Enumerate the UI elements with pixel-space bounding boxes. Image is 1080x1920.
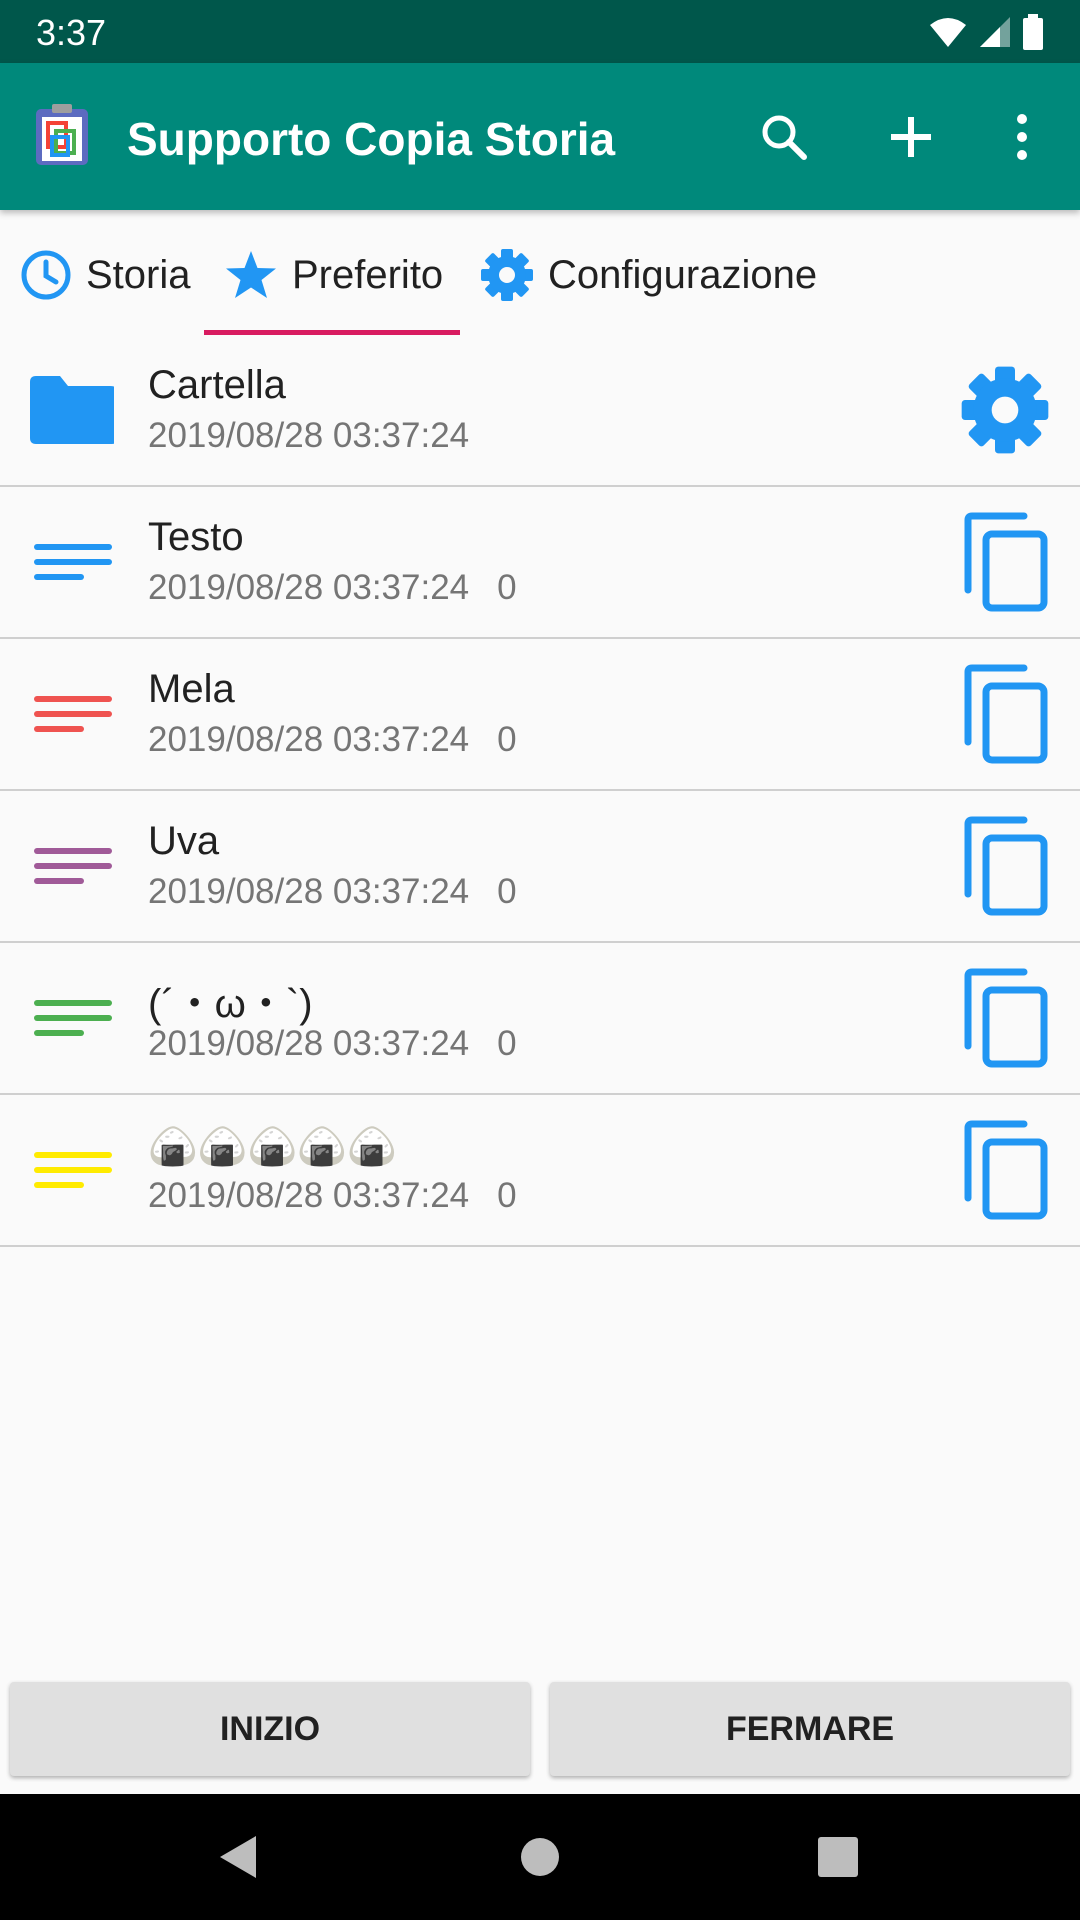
item-date: 2019/08/28 03:37:24 xyxy=(148,416,470,455)
item-date: 2019/08/28 03:37:24 xyxy=(148,1024,470,1063)
system-nav-bar xyxy=(0,1794,1080,1920)
add-icon xyxy=(891,117,931,157)
start-button[interactable]: INIZIO xyxy=(10,1682,530,1776)
battery-icon xyxy=(1023,14,1043,50)
item-date: 2019/08/28 03:37:24 xyxy=(148,720,470,759)
list-item[interactable]: Mela 2019/08/28 03:37:24 0 xyxy=(0,639,1080,791)
copy-icon xyxy=(964,1120,1048,1220)
copy-button[interactable] xyxy=(955,816,1055,916)
item-count: 0 xyxy=(497,720,517,759)
item-meta: 2019/08/28 03:37:24 0 xyxy=(148,1176,517,1216)
cell-signal-icon xyxy=(980,17,1010,47)
list-item[interactable]: Uva 2019/08/28 03:37:24 0 xyxy=(0,791,1080,943)
item-name: 🍙🍙🍙🍙🍙 xyxy=(148,1125,398,1169)
copy-icon xyxy=(964,664,1048,764)
overflow-menu-button[interactable] xyxy=(986,101,1058,173)
recents-icon xyxy=(818,1837,858,1877)
copy-icon xyxy=(964,512,1048,612)
copy-button[interactable] xyxy=(955,968,1055,1068)
wifi-icon xyxy=(930,18,966,47)
item-count: 0 xyxy=(497,568,517,607)
back-icon xyxy=(220,1836,256,1878)
item-name: Uva xyxy=(148,819,220,863)
copy-button[interactable] xyxy=(955,512,1055,612)
tab-storia[interactable]: Storia xyxy=(20,215,191,335)
text-lines-icon xyxy=(34,696,112,732)
status-bar: 3:37 xyxy=(0,0,1080,63)
back-button[interactable] xyxy=(205,1824,271,1890)
copy-button[interactable] xyxy=(955,1120,1055,1220)
folder-icon xyxy=(30,376,114,444)
copy-button[interactable] xyxy=(955,664,1055,764)
tab-preferito[interactable]: Preferito xyxy=(224,215,443,335)
item-count: 0 xyxy=(497,1176,517,1215)
item-meta: 2019/08/28 03:37:24 0 xyxy=(148,1024,517,1064)
more-vert-icon xyxy=(1017,114,1027,160)
item-date: 2019/08/28 03:37:24 xyxy=(148,872,470,911)
app-title: Supporto Copia Storia xyxy=(127,113,616,165)
home-button[interactable] xyxy=(507,1824,573,1890)
tab-bar: Storia Preferito Configurazione xyxy=(0,215,1080,335)
app-bar: Supporto Copia Storia xyxy=(0,63,1080,210)
tab-label: Preferito xyxy=(292,252,444,297)
item-date: 2019/08/28 03:37:24 xyxy=(148,568,470,607)
stop-button[interactable]: FERMARE xyxy=(550,1682,1070,1776)
list-item[interactable]: (´・ω・`) 2019/08/28 03:37:24 0 xyxy=(0,943,1080,1095)
text-lines-icon xyxy=(34,1152,112,1188)
folder-settings-button[interactable] xyxy=(955,360,1055,460)
gear-icon xyxy=(961,366,1049,454)
item-meta: 2019/08/28 03:37:24 0 xyxy=(148,568,517,608)
item-count: 0 xyxy=(497,1024,517,1063)
search-button[interactable] xyxy=(748,101,820,173)
tab-configurazione[interactable]: Configurazione xyxy=(480,215,817,335)
gear-icon xyxy=(481,249,533,301)
text-lines-icon xyxy=(34,1000,112,1036)
clock-icon xyxy=(21,250,71,300)
item-meta: 2019/08/28 03:37:24 0 xyxy=(148,872,517,912)
text-lines-icon xyxy=(34,544,112,580)
star-icon xyxy=(226,251,276,298)
item-date: 2019/08/28 03:37:24 xyxy=(148,1176,470,1215)
copy-icon xyxy=(964,816,1048,916)
tab-label: Storia xyxy=(86,252,191,297)
item-name: (´・ω・`) xyxy=(148,982,313,1026)
recents-button[interactable] xyxy=(805,1824,871,1890)
home-icon xyxy=(521,1838,559,1876)
item-count: 0 xyxy=(497,872,517,911)
status-time: 3:37 xyxy=(36,12,107,53)
tab-label: Configurazione xyxy=(548,252,818,297)
search-icon xyxy=(762,115,807,160)
bottom-button-bar: INIZIO FERMARE xyxy=(0,1680,1080,1794)
copy-icon xyxy=(964,968,1048,1068)
item-meta: 2019/08/28 03:37:24 0 xyxy=(148,720,517,760)
text-lines-icon xyxy=(34,848,112,884)
list-item[interactable]: 🍙🍙🍙🍙🍙 2019/08/28 03:37:24 0 xyxy=(0,1095,1080,1247)
app-logo-icon xyxy=(36,104,88,165)
add-button[interactable] xyxy=(875,101,947,173)
item-name: Cartella xyxy=(148,363,286,407)
item-name: Testo xyxy=(148,515,244,559)
item-name: Mela xyxy=(148,667,235,711)
list-item-folder[interactable]: Cartella 2019/08/28 03:37:24 xyxy=(0,335,1080,487)
list-item[interactable]: Testo 2019/08/28 03:37:24 0 xyxy=(0,487,1080,639)
favorites-list: Cartella 2019/08/28 03:37:24 Testo 2019/… xyxy=(0,335,1080,1247)
